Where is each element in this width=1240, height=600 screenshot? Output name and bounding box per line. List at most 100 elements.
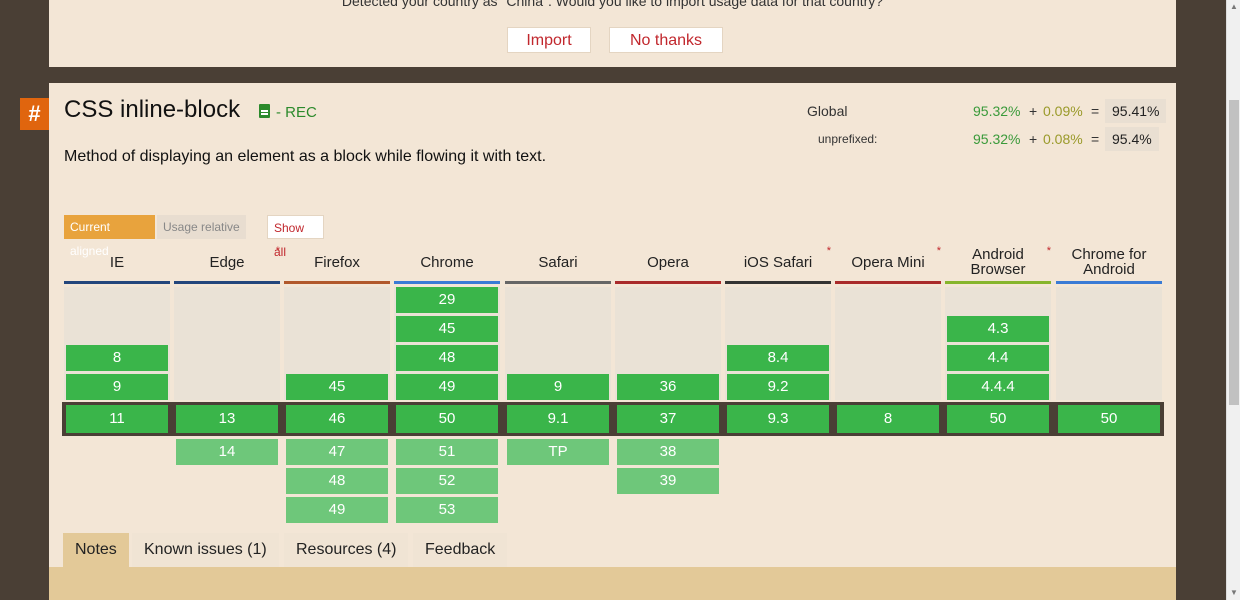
browser-name: Chrome: [420, 253, 474, 271]
current-version-firefox[interactable]: 46: [286, 405, 388, 433]
browser-color-bar-firefox: [284, 281, 390, 284]
vertical-scrollbar[interactable]: ▲ ▼: [1226, 0, 1240, 600]
usage-relative-toggle[interactable]: Usage relative: [157, 215, 246, 239]
no-thanks-button[interactable]: No thanks: [609, 27, 723, 53]
browser-name: IE: [109, 253, 125, 271]
browser-header-ie[interactable]: IE: [64, 244, 170, 280]
version-cell-ios-safari-8-4[interactable]: 8.4: [727, 345, 829, 371]
browser-color-bar-chrome: [394, 281, 500, 284]
browser-header-opera[interactable]: Opera: [615, 244, 721, 280]
unprefixed-partial-value: 0.08%: [1043, 131, 1083, 147]
current-aligned-toggle[interactable]: Current aligned: [64, 215, 155, 258]
feature-title: CSS inline-block: [64, 96, 241, 123]
browser-name: Edge: [209, 253, 245, 271]
browser-color-bar-edge: [174, 281, 280, 284]
spec-document-icon[interactable]: [259, 104, 270, 118]
version-column-bg: [1056, 287, 1162, 400]
global-usage-label: Global: [807, 103, 848, 119]
current-version-edge[interactable]: 13: [176, 405, 278, 433]
browser-name: Opera: [647, 253, 689, 271]
unprefixed-usage-label: unprefixed:: [818, 132, 878, 146]
feature-description: Method of displaying an element as a blo…: [64, 148, 547, 165]
browser-color-bar-ios-safari: [725, 281, 831, 284]
version-cell-safari-tp[interactable]: TP: [507, 439, 609, 465]
browser-header-firefox[interactable]: Firefox: [284, 244, 390, 280]
browser-header-chrome-android[interactable]: Chrome for Android: [1056, 244, 1162, 280]
version-cell-ie-9[interactable]: 9: [66, 374, 168, 400]
current-version-safari[interactable]: 9.1: [507, 405, 609, 433]
version-cell-chrome-53[interactable]: 53: [396, 497, 498, 523]
browser-name: iOS Safari: [743, 253, 813, 271]
browser-color-bar-opera: [615, 281, 721, 284]
version-column-bg: [835, 287, 941, 400]
browser-header-opera-mini[interactable]: Opera Mini *: [835, 244, 941, 280]
note-star-icon: *: [275, 245, 280, 257]
browser-name: Firefox: [314, 253, 360, 271]
version-cell-chrome-45[interactable]: 45: [396, 316, 498, 342]
unprefixed-total-value: 95.4%: [1105, 127, 1159, 151]
browser-header-ios-safari[interactable]: iOS Safari *: [725, 244, 831, 280]
version-cell-android-4-4[interactable]: 4.4: [947, 345, 1049, 371]
current-version-opera[interactable]: 37: [617, 405, 719, 433]
global-partial-value: 0.09%: [1043, 103, 1083, 119]
browser-header-android-browser[interactable]: Android Browser *: [945, 244, 1051, 280]
version-cell-firefox-49[interactable]: 49: [286, 497, 388, 523]
global-supported-value: 95.32%: [973, 103, 1021, 119]
current-version-chrome-android[interactable]: 50: [1058, 405, 1160, 433]
version-cell-ios-safari-9-2[interactable]: 9.2: [727, 374, 829, 400]
current-version-ios-safari[interactable]: 9.3: [727, 405, 829, 433]
scrollbar-thumb[interactable]: [1229, 100, 1239, 405]
version-cell-chrome-49[interactable]: 49: [396, 374, 498, 400]
version-cell-edge-14[interactable]: 14: [176, 439, 278, 465]
browser-color-bar-opera-mini: [835, 281, 941, 284]
show-all-button[interactable]: Show all: [267, 215, 324, 259]
scroll-down-arrow-icon[interactable]: ▼: [1227, 586, 1240, 600]
current-version-opera-mini[interactable]: 8: [837, 405, 939, 433]
version-cell-chrome-48[interactable]: 48: [396, 345, 498, 371]
version-cell-firefox-45[interactable]: 45: [286, 374, 388, 400]
note-star-icon: *: [1046, 245, 1051, 257]
current-version-android-browser[interactable]: 50: [947, 405, 1049, 433]
version-cell-android-4-3[interactable]: 4.3: [947, 316, 1049, 342]
browser-name: Android Browser: [970, 246, 1026, 278]
tab-known-issues[interactable]: Known issues (1): [132, 533, 279, 567]
import-button[interactable]: Import: [507, 27, 591, 53]
browser-color-bar-android-browser: [945, 281, 1051, 284]
tab-notes[interactable]: Notes: [63, 533, 129, 567]
version-cell-firefox-48[interactable]: 48: [286, 468, 388, 494]
scroll-up-arrow-icon[interactable]: ▲: [1227, 0, 1240, 14]
version-cell-safari-9[interactable]: 9: [507, 374, 609, 400]
tab-content-area: [49, 567, 1176, 600]
tab-resources[interactable]: Resources (4): [284, 533, 409, 567]
version-cell-chrome-29[interactable]: 29: [396, 287, 498, 313]
browser-header-chrome[interactable]: Chrome: [394, 244, 500, 280]
version-cell-chrome-52[interactable]: 52: [396, 468, 498, 494]
current-version-ie[interactable]: 11: [66, 405, 168, 433]
unprefixed-supported-value: 95.32%: [973, 131, 1021, 147]
browser-color-bar-safari: [505, 281, 611, 284]
plus-sign: +: [1029, 103, 1038, 119]
spec-status-link[interactable]: - REC: [276, 104, 317, 121]
plus-sign: +: [1029, 131, 1038, 147]
version-cell-opera-36[interactable]: 36: [617, 374, 719, 400]
browser-name: Opera Mini: [851, 253, 925, 271]
version-cell-firefox-47[interactable]: 47: [286, 439, 388, 465]
equals-sign: =: [1091, 131, 1100, 147]
version-cell-opera-39[interactable]: 39: [617, 468, 719, 494]
browser-name: Chrome for Android: [1071, 246, 1147, 278]
import-message: Detected your country as "China". Would …: [341, 0, 884, 9]
global-total-value: 95.41%: [1105, 99, 1167, 123]
note-star-icon: *: [936, 245, 941, 257]
current-version-chrome[interactable]: 50: [396, 405, 498, 433]
browser-header-safari[interactable]: Safari: [505, 244, 611, 280]
version-cell-android-4-4-4[interactable]: 4.4.4: [947, 374, 1049, 400]
version-cell-chrome-51[interactable]: 51: [396, 439, 498, 465]
tab-feedback[interactable]: Feedback: [413, 533, 508, 567]
anchor-hash-link[interactable]: #: [20, 98, 49, 130]
version-cell-opera-38[interactable]: 38: [617, 439, 719, 465]
version-cell-ie-8[interactable]: 8: [66, 345, 168, 371]
browser-color-bar-chrome-android: [1056, 281, 1162, 284]
browser-header-edge[interactable]: Edge *: [174, 244, 280, 280]
equals-sign: =: [1091, 103, 1100, 119]
note-star-icon: *: [826, 245, 831, 257]
